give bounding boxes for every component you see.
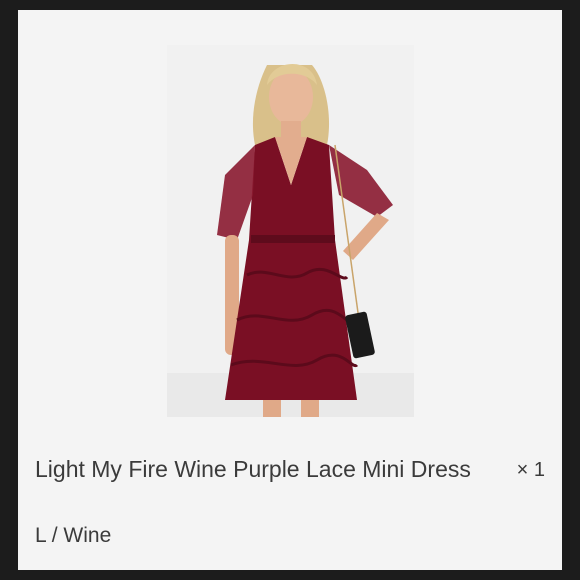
product-image[interactable] (167, 45, 414, 417)
quantity-label: × 1 (516, 459, 545, 481)
model-illustration (217, 63, 393, 417)
order-item-card: Light My Fire Wine Purple Lace Mini Dres… (18, 10, 562, 570)
product-variant: L / Wine (35, 524, 112, 547)
product-title[interactable]: Light My Fire Wine Purple Lace Mini Dres… (35, 452, 475, 486)
screenshot-frame: Light My Fire Wine Purple Lace Mini Dres… (0, 0, 580, 580)
